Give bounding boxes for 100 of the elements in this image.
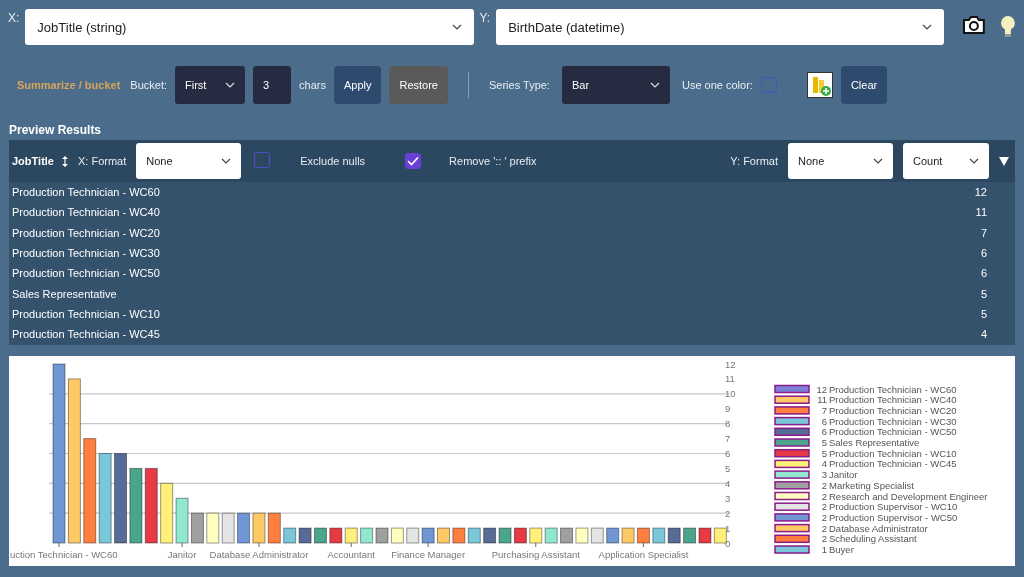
format-label: X: Format (78, 155, 127, 167)
chevron-icon (969, 158, 979, 164)
legend-value: 5 (821, 437, 827, 448)
format-dropdown[interactable]: None (788, 143, 893, 179)
legend-value: 2 (821, 511, 827, 523)
axis-label: 0 (725, 537, 731, 549)
column-header[interactable]: JobTitle (12, 155, 54, 167)
bar (713, 527, 727, 544)
table-cell: 6 (980, 267, 987, 280)
table-cell: 5 (980, 287, 987, 300)
series-type-dropdown[interactable]: Bar (561, 66, 670, 104)
axis-label: Application Specialist (598, 549, 689, 560)
bar (344, 527, 358, 544)
unit-label: chars (299, 79, 326, 91)
legend-label: Database Administrator (829, 522, 928, 534)
axis-label: 9 (725, 403, 731, 415)
table-cell: 4 (980, 328, 987, 341)
axis-label: Purchasing Assistant (491, 549, 580, 560)
legend-label: Production Technician - WC10 (829, 447, 957, 459)
checkbox-label: Exclude nulls (300, 155, 366, 167)
bar (452, 527, 466, 544)
bar (437, 527, 450, 544)
bar (636, 527, 650, 544)
bar (560, 527, 574, 544)
table-cell: 7 (980, 226, 987, 239)
chevron-icon (649, 82, 660, 88)
checkbox[interactable] (254, 152, 271, 168)
bar (375, 527, 389, 544)
chevron-icon (221, 158, 232, 164)
axis-label: 5 (725, 462, 731, 474)
bar (221, 512, 235, 544)
bar (360, 527, 374, 544)
bar (698, 527, 712, 544)
legend-value: 11 (817, 394, 827, 406)
legend-label: Production Technician - WC50 (829, 426, 957, 438)
bar (513, 527, 527, 544)
tick-mark (58, 542, 60, 548)
legend-label: Production Technician - WC40 (829, 394, 957, 406)
axis-label: uction Technician - WC60 (10, 549, 118, 560)
bar (544, 527, 558, 544)
legend-label: Scheduling Assistant (829, 533, 917, 545)
legend-value: 3 (821, 469, 827, 481)
tick-mark (181, 542, 183, 548)
lightbulb-icon[interactable] (1000, 15, 1016, 39)
axis-label: 1 (725, 522, 731, 534)
table-cell: Sales Representative (12, 287, 117, 300)
bucket-size-field[interactable]: 3 (253, 66, 291, 104)
dropdown-arrow-icon[interactable] (999, 156, 1009, 166)
checkbox[interactable] (405, 153, 422, 169)
bar (483, 527, 497, 544)
legend-label: Sales Representative (829, 437, 920, 448)
bar (529, 527, 543, 544)
aggregate-dropdown[interactable]: Count (903, 143, 989, 179)
format-dropdown[interactable]: None (136, 143, 242, 179)
legend-value: 12 (816, 383, 827, 395)
axis-label: Janitor (167, 549, 197, 560)
series-type-label: Series Type: (489, 79, 550, 91)
legend-value: 4 (821, 458, 827, 470)
axis-label: 8 (725, 418, 731, 430)
x-field-dropdown[interactable]: JobTitle (string) (25, 9, 474, 45)
legend-value: 2 (821, 533, 827, 545)
checkbox[interactable] (760, 77, 777, 93)
table-cell: Production Technician - WC45 (12, 328, 160, 341)
axis-label: 6 (725, 448, 731, 459)
legend-label: Marketing Specialist (829, 479, 914, 491)
tick-mark (350, 542, 352, 548)
clear-button[interactable]: Clear (840, 66, 888, 104)
checkbox-label: Use one color: (681, 79, 753, 91)
chevron-icon (225, 82, 235, 88)
legend-label: Production Technician - WC60 (829, 383, 957, 395)
bucket-dropdown[interactable]: First (175, 66, 245, 104)
legend-label: Buyer (829, 544, 854, 555)
y-field-dropdown[interactable]: BirthDate (datetime) (496, 9, 945, 45)
bar (590, 527, 604, 544)
axis-label: Finance Manager (391, 549, 466, 560)
bar (498, 527, 512, 544)
add-chart-icon[interactable] (806, 72, 833, 98)
bar (652, 527, 666, 544)
axis-label: 7 (725, 433, 731, 445)
axis-label: Y: (479, 11, 491, 25)
bar (252, 512, 266, 544)
bar (206, 512, 220, 544)
table-cell: Production Technician - WC50 (12, 267, 160, 280)
restore-button[interactable]: Restore (389, 66, 448, 104)
sort-icon[interactable] (62, 155, 68, 167)
legend-label: Production Supervisor - WC50 (829, 511, 958, 523)
tick-mark (642, 542, 644, 548)
apply-button[interactable]: Apply (333, 66, 382, 104)
legend-value: 2 (821, 522, 827, 534)
legend-label: Production Technician - WC45 (829, 458, 957, 470)
section-title: Summarize / bucket (17, 79, 121, 91)
legend-value: 2 (821, 490, 827, 502)
axis-label: 10 (725, 388, 736, 400)
legend-label: Production Technician - WC20 (829, 404, 957, 416)
axis-label: 2 (725, 507, 731, 519)
bar (421, 527, 435, 544)
chevron-icon (451, 24, 462, 30)
bar (160, 482, 174, 544)
bucket-label: Bucket: (130, 79, 167, 91)
camera-icon[interactable] (962, 15, 987, 35)
